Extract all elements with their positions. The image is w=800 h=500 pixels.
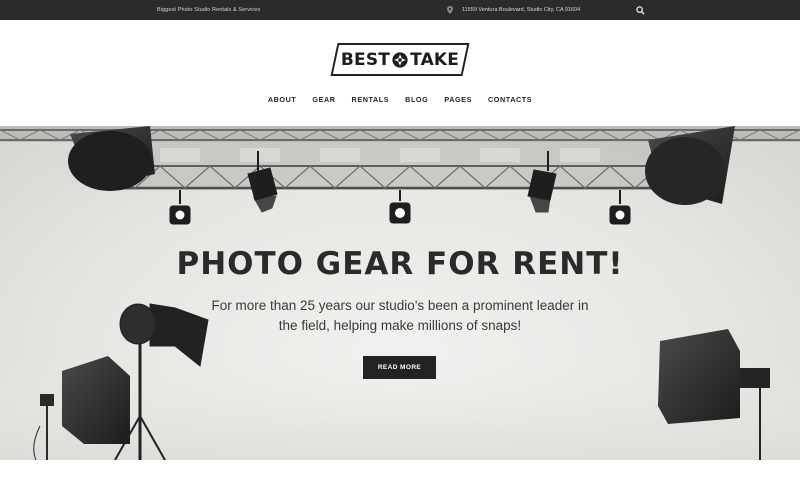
page-footer-strip [0, 460, 800, 500]
studio-illustration [0, 126, 800, 460]
nav-item-about[interactable]: ABOUT [268, 93, 297, 107]
logo-word-right: TAKE [410, 49, 460, 70]
site-logo[interactable]: BEST TAKE [330, 43, 470, 76]
logo-word-left: BEST [340, 49, 391, 70]
nav-item-rentals[interactable]: RENTALS [352, 93, 390, 107]
nav-item-contacts[interactable]: CONTACTS [488, 93, 532, 107]
address-text: 11559 Ventura Boulevard, Studio City, CA… [462, 7, 581, 13]
main-nav: ABOUT GEAR RENTALS BLOG PAGES CONTACTS [0, 93, 800, 107]
tagline: Biggest Photo Studio Rentals & Services [157, 7, 261, 13]
logo-text: BEST TAKE [334, 43, 466, 76]
address: 11559 Ventura Boulevard, Studio City, CA… [447, 0, 580, 20]
nav-item-gear[interactable]: GEAR [312, 93, 335, 107]
search-icon[interactable] [636, 6, 645, 15]
camera-aperture-icon [392, 51, 408, 68]
nav-item-pages[interactable]: PAGES [444, 93, 472, 107]
read-more-button[interactable]: READ MORE [363, 356, 436, 379]
hero-subtitle: For more than 25 years our studio's been… [211, 298, 589, 333]
map-pin-icon [447, 6, 453, 14]
top-bar: Biggest Photo Studio Rentals & Services … [0, 0, 800, 20]
nav-item-blog[interactable]: BLOG [405, 93, 428, 107]
hero-title: PHOTO GEAR FOR RENT! [176, 246, 624, 282]
hero-banner: PHOTO GEAR FOR RENT! For more than 25 ye… [0, 126, 800, 460]
